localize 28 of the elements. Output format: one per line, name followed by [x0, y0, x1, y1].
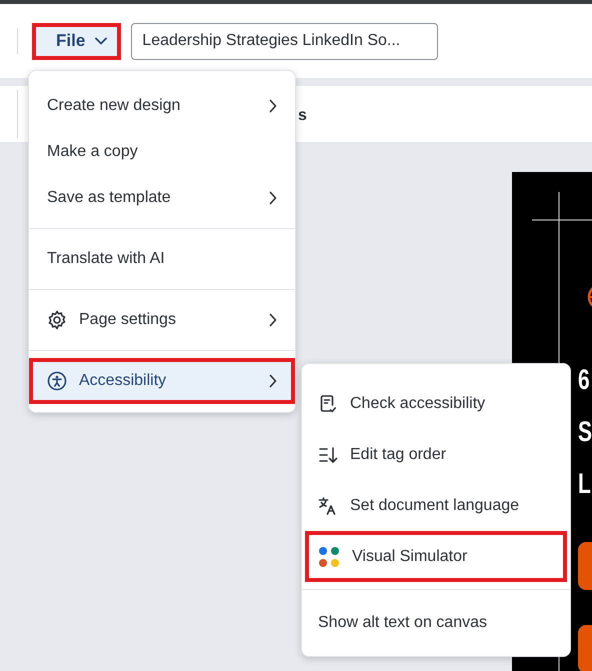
menu-item[interactable]: Show alt text on canvas [302, 597, 570, 648]
menu-item[interactable]: Translate with AI [29, 236, 295, 282]
translate-icon [318, 496, 338, 516]
chevron-right-icon [269, 313, 277, 327]
file-menu-button[interactable]: File [32, 22, 122, 60]
accessibility-icon [47, 371, 67, 391]
menu-item[interactable]: Check accessibility [302, 378, 570, 429]
caret-icon [95, 37, 108, 45]
design-heading-text: S [578, 418, 592, 446]
menu-item[interactable]: Create new design [29, 83, 295, 129]
chevron-right-icon [269, 374, 277, 388]
menu-item[interactable]: Accessibility [29, 358, 295, 404]
menu-item[interactable]: Make a copy [29, 129, 295, 175]
menu-item[interactable]: Visual Simulator [305, 531, 567, 582]
menu-item[interactable]: Save as template [29, 175, 295, 221]
menu-item[interactable]: Edit tag order [302, 429, 570, 480]
colored-dots-icon [318, 546, 340, 568]
design-heading-text: L [578, 470, 591, 498]
design-heading-text: 6 [578, 366, 590, 394]
menu-item[interactable]: Set document language [302, 480, 570, 531]
design-title-field[interactable]: Leadership Strategies LinkedIn So... [131, 22, 438, 60]
toolbar-label: s [298, 106, 307, 126]
chevron-right-icon [269, 191, 277, 205]
sort-list-icon [318, 444, 338, 464]
settings-icon [47, 310, 67, 330]
document-check-icon [318, 394, 338, 414]
chevron-right-icon [269, 99, 277, 113]
menu-item[interactable]: Page settings [29, 297, 295, 343]
